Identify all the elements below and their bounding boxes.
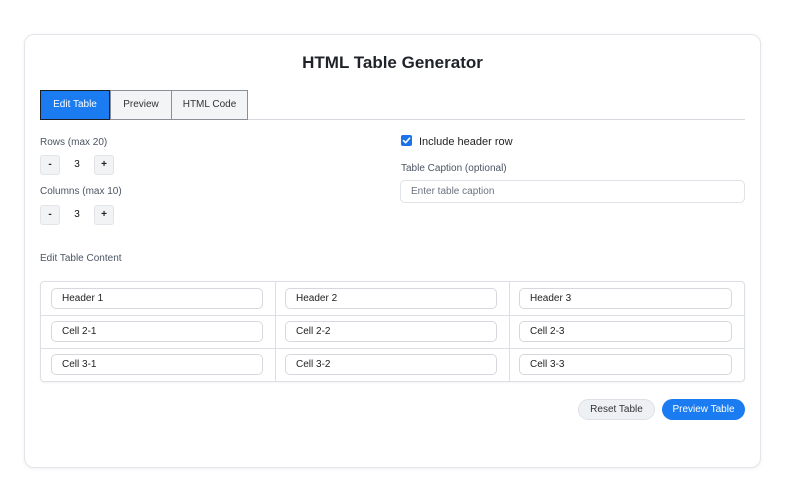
caption-label: Table Caption (optional) bbox=[401, 163, 507, 174]
page-title: HTML Table Generator bbox=[302, 53, 483, 72]
edit-content-label: Edit Table Content bbox=[40, 253, 122, 264]
row-divider bbox=[41, 348, 744, 349]
table-editor: Header 1 Header 2 Header 3 Cell 2-1 Cell 2-2… bbox=[40, 281, 745, 382]
preview-table-button[interactable]: Preview Table bbox=[662, 399, 745, 420]
row-divider bbox=[41, 315, 744, 316]
cell-input[interactable]: Cell 3-2 bbox=[285, 354, 497, 375]
columns-decrement-button[interactable]: - bbox=[40, 205, 60, 225]
header-cell-input[interactable]: Header 2 bbox=[285, 288, 497, 309]
tab-html-code[interactable]: HTML Code bbox=[171, 90, 248, 120]
table-cell: Header 2 bbox=[275, 282, 509, 315]
reset-table-button[interactable]: Reset Table bbox=[578, 399, 655, 420]
cell-input[interactable]: Cell 3-1 bbox=[51, 354, 263, 375]
tab-edit-table[interactable]: Edit Table bbox=[40, 90, 110, 120]
caption-input[interactable]: Enter table caption bbox=[400, 180, 745, 203]
columns-stepper: - 3 + bbox=[40, 205, 114, 225]
table-cell: Cell 2-3 bbox=[509, 315, 744, 348]
table-cell: Cell 3-1 bbox=[41, 348, 275, 381]
table-cell: Cell 2-2 bbox=[275, 315, 509, 348]
generator-card: HTML Table Generator Edit Table Preview … bbox=[24, 34, 761, 468]
column-divider bbox=[275, 282, 276, 381]
columns-label: Columns (max 10) bbox=[40, 186, 122, 197]
cell-input[interactable]: Cell 2-3 bbox=[519, 321, 732, 342]
table-grid: Header 1 Header 2 Header 3 Cell 2-1 Cell 2-2… bbox=[41, 282, 744, 381]
column-divider bbox=[509, 282, 510, 381]
columns-increment-button[interactable]: + bbox=[94, 205, 114, 225]
include-header-label: Include header row bbox=[419, 136, 513, 148]
checkmark-icon bbox=[402, 137, 411, 144]
rows-stepper: - 3 + bbox=[40, 155, 114, 175]
columns-value[interactable]: 3 bbox=[60, 205, 94, 225]
table-cell: Header 3 bbox=[509, 282, 744, 315]
header-cell-input[interactable]: Header 3 bbox=[519, 288, 732, 309]
cell-input[interactable]: Cell 2-2 bbox=[285, 321, 497, 342]
tab-bar: Edit Table Preview HTML Code bbox=[40, 90, 745, 120]
include-header-checkbox[interactable] bbox=[401, 135, 412, 146]
tab-preview[interactable]: Preview bbox=[110, 90, 172, 120]
table-cell: Cell 3-3 bbox=[509, 348, 744, 381]
rows-value[interactable]: 3 bbox=[60, 155, 94, 175]
table-cell: Header 1 bbox=[41, 282, 275, 315]
rows-increment-button[interactable]: + bbox=[94, 155, 114, 175]
table-cell: Cell 2-1 bbox=[41, 315, 275, 348]
table-cell: Cell 3-2 bbox=[275, 348, 509, 381]
cell-input[interactable]: Cell 3-3 bbox=[519, 354, 732, 375]
cell-input[interactable]: Cell 2-1 bbox=[51, 321, 263, 342]
rows-decrement-button[interactable]: - bbox=[40, 155, 60, 175]
header-cell-input[interactable]: Header 1 bbox=[51, 288, 263, 309]
rows-label: Rows (max 20) bbox=[40, 137, 108, 148]
